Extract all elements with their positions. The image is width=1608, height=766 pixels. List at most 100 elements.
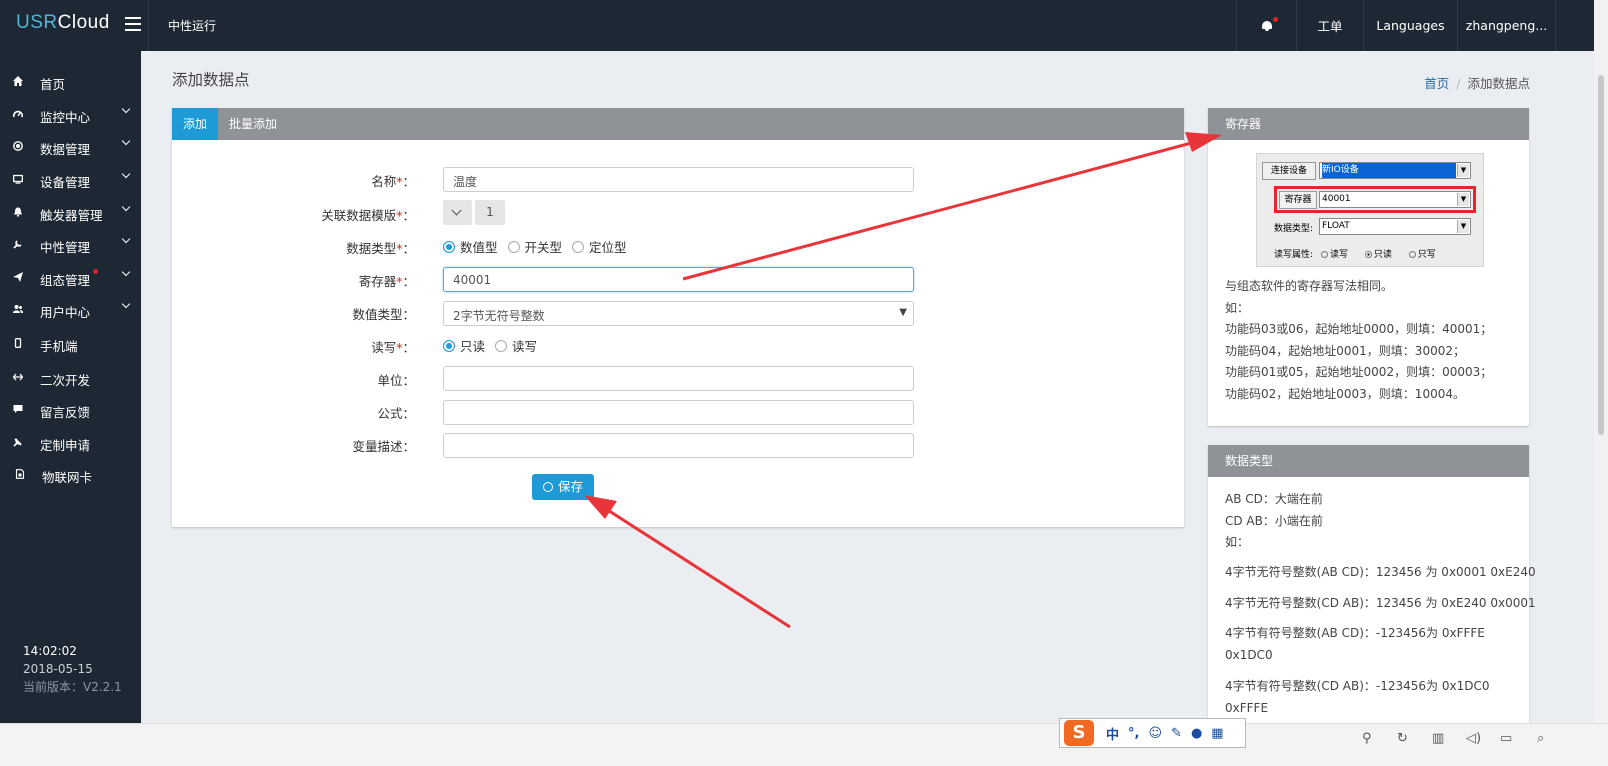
rw-label: 读写*： [371, 340, 415, 355]
sidebar-item-home[interactable]: 首页 [0, 66, 141, 96]
rw-radio-group: 只读 读写 [443, 336, 547, 355]
pin-icon[interactable]: ⚲ [1362, 731, 1372, 746]
radio-button[interactable] [572, 240, 585, 253]
sidebar-item-neutral[interactable]: 中性管理 [0, 229, 141, 259]
sidebar-item-trigger[interactable]: 触发器管理 [0, 197, 141, 227]
sidebar-item-scada[interactable]: 组态管理 [0, 262, 141, 292]
radio-numeric[interactable]: 数值型 [443, 237, 498, 256]
notification-dot [93, 269, 98, 274]
sidebar-item-label: 留言反馈 [40, 405, 91, 420]
sidebar-item-device[interactable]: 设备管理 [0, 164, 141, 194]
radio-button[interactable] [495, 339, 508, 352]
top-right-menu: 工单 Languages zhangpeng... [1236, 0, 1556, 51]
refresh-icon[interactable]: ↻ [1397, 731, 1408, 746]
tab-add[interactable]: 添加 [172, 108, 219, 140]
formula-input[interactable] [443, 400, 914, 425]
ime-toolbar[interactable]: S 中 °, ☺ ✎ ● ▦ [1059, 718, 1246, 748]
register-input[interactable]: 40001 [443, 267, 914, 292]
emoji-icon[interactable]: ☺ [1148, 726, 1162, 741]
sidebar-item-label: 设备管理 [40, 175, 91, 190]
radio-read-only[interactable]: 只读 [443, 336, 485, 355]
sidebar-item-mobile[interactable]: 手机端 [0, 328, 141, 358]
sidebar-item-custom[interactable]: 定制申请 [0, 427, 141, 457]
comment-icon[interactable]: ▭ [1500, 731, 1512, 746]
breadcrumb-separator: / [1456, 76, 1461, 91]
sidebar-item-label: 手机端 [40, 339, 78, 354]
datatype-example-3: 4字节有符号整数(AB CD)：-123456为 0xFFFE 0x1DC0 [1225, 626, 1485, 662]
home-icon [13, 76, 23, 86]
clock-date: 2018-05-15 [23, 662, 93, 676]
pen-icon[interactable]: ✎ [1171, 726, 1182, 741]
radio-location[interactable]: 定位型 [572, 237, 627, 256]
save-button[interactable]: 保存 [532, 474, 594, 500]
microphone-icon[interactable]: ● [1191, 726, 1202, 741]
chevron-down-icon [121, 136, 131, 146]
sidebar-item-data[interactable]: 数据管理 [0, 131, 141, 161]
send-icon [13, 272, 23, 282]
grid-icon[interactable]: ▦ [1211, 726, 1223, 741]
scrollbar-thumb[interactable] [1598, 75, 1604, 435]
value-type-select[interactable]: 2字节无符号整数 ▼ [443, 301, 914, 326]
trash-icon[interactable]: ▥ [1432, 731, 1444, 746]
sidebar-item-label: 触发器管理 [40, 208, 103, 223]
radio-switch[interactable]: 开关型 [507, 237, 562, 256]
version-text: 当前版本：V2.2.1 [23, 680, 122, 694]
sidebar-item-monitor[interactable]: 监控中心 [0, 99, 141, 129]
sidebar-item-label: 二次开发 [40, 373, 91, 388]
breadcrumb: 首页 / 添加数据点 [1424, 73, 1530, 92]
logo-cloud: Cloud [57, 12, 110, 33]
top-title[interactable]: 中性运行 [168, 17, 216, 34]
dropdown-arrow-icon: ▼ [899, 307, 907, 318]
datatype-example-4: 4字节有符号整数(CD AB)：-123456为 0x1DC0 0xFFFE [1225, 679, 1490, 715]
notification-button[interactable] [1236, 0, 1296, 51]
ime-language[interactable]: 中 [1106, 724, 1119, 743]
code-arrows-icon [13, 373, 23, 381]
register-example-image: 连接设备 新IO设备 ▼ 寄存器 40001 ▼ 数据类型: FLOAT ▼ 读写属性… [1256, 153, 1484, 267]
ime-punctuation[interactable]: °, [1128, 726, 1139, 741]
datatype-help-text: AB CD：大端在前 CD AB：小端在前 如： [1225, 492, 1323, 549]
tab-batch-add[interactable]: 批量添加 [218, 108, 288, 140]
register-select: 40001 ▼ [1319, 191, 1471, 208]
sidebar-item-sim[interactable]: 物联网卡 [0, 459, 141, 489]
page-scrollbar[interactable] [1594, 0, 1608, 766]
monitor-icon [13, 174, 23, 184]
template-dropdown-button[interactable] [443, 200, 472, 225]
breadcrumb-home[interactable]: 首页 [1424, 76, 1449, 91]
sidebar-footer: 14:02:02 2018-05-15 当前版本：V2.2.1 [23, 642, 122, 696]
data-type-label: 数据类型*： [346, 241, 415, 256]
sidebar-item-user-center[interactable]: 用户中心 [0, 294, 141, 324]
users-icon [13, 305, 23, 313]
wrench-icon [13, 240, 22, 249]
user-menu[interactable]: zhangpeng... [1457, 0, 1556, 51]
panel-title: 寄存器 [1208, 108, 1529, 140]
sidebar-item-dev[interactable]: 二次开发 [0, 362, 141, 392]
name-input[interactable]: 温度 [443, 167, 914, 192]
sim-card-icon [15, 469, 25, 479]
app-logo[interactable]: USRCloud [16, 12, 110, 34]
ticket-link[interactable]: 工单 [1296, 0, 1363, 51]
languages-dropdown[interactable]: Languages [1363, 0, 1457, 51]
radio-button[interactable] [507, 240, 520, 253]
sidebar: 首页 监控中心 数据管理 设备管理 触发器管理 中性管理 组态管理 用户中心 手 [0, 51, 141, 723]
menu-toggle-icon[interactable] [125, 17, 141, 35]
register-label: 寄存器*： [358, 274, 415, 289]
sidebar-item-feedback[interactable]: 留言反馈 [0, 394, 141, 424]
unit-input[interactable] [443, 366, 914, 391]
sidebar-item-label: 中性管理 [40, 240, 91, 255]
comment-icon [13, 405, 23, 413]
template-value[interactable]: 1 [475, 200, 505, 225]
check-circle-icon [542, 482, 553, 492]
desc-input[interactable] [443, 433, 914, 458]
template-label: 关联数据模版*： [321, 208, 415, 223]
sidebar-item-label: 物联网卡 [42, 470, 93, 485]
chevron-down-icon [451, 205, 462, 216]
radio-read-write[interactable]: 读写 [495, 336, 537, 355]
radio-button[interactable] [443, 240, 455, 253]
speaker-icon[interactable]: ◁) [1466, 731, 1481, 746]
name-label: 名称*： [371, 174, 415, 189]
embed-rw-options: 读写 只读 只写 [1321, 247, 1436, 260]
bell-icon [1261, 17, 1278, 31]
radio-button[interactable] [443, 339, 455, 352]
sogou-logo-icon[interactable]: S [1064, 720, 1094, 746]
search-icon[interactable]: ⌕ [1537, 731, 1544, 746]
